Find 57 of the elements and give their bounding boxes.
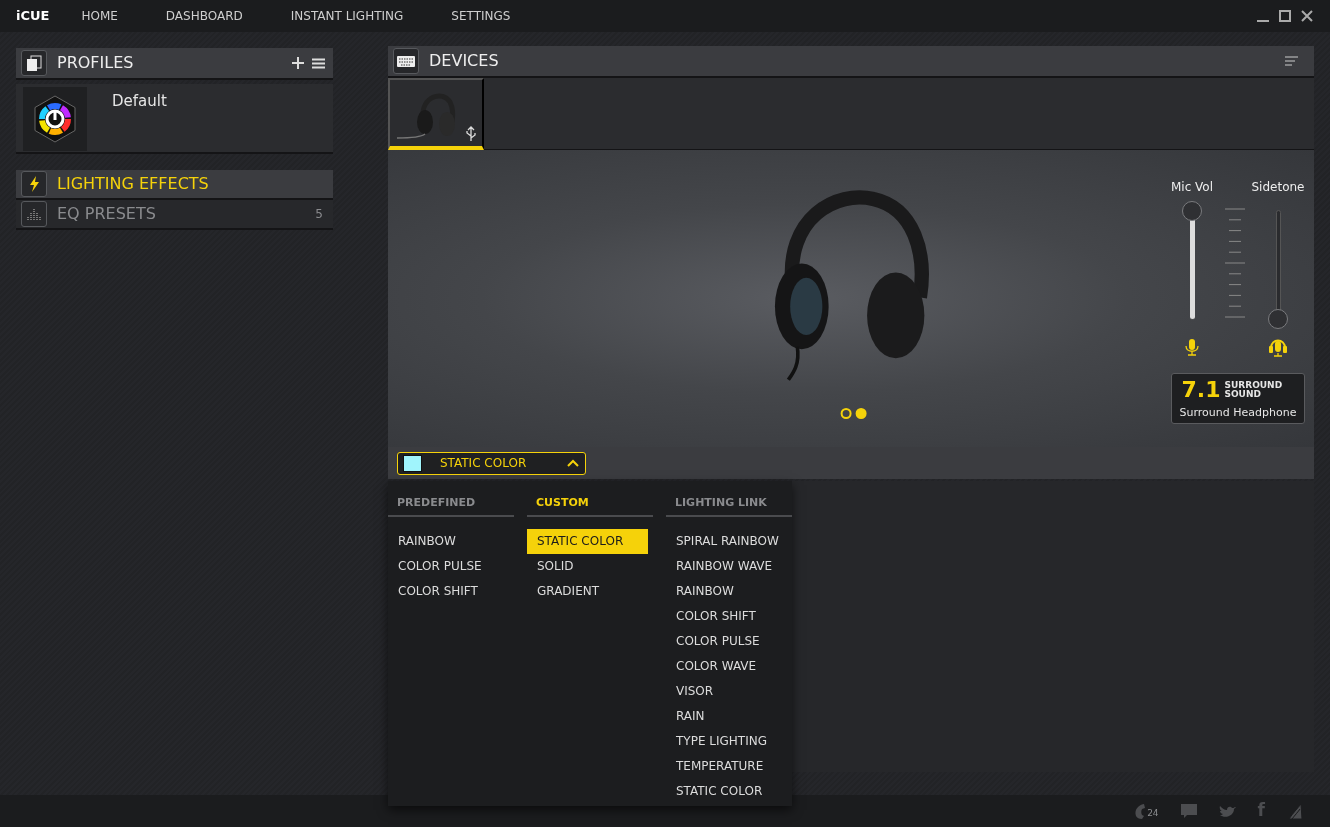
menu-item[interactable]: COLOR PULSE: [388, 553, 509, 579]
menu-column-title[interactable]: LIGHTING LINK: [666, 495, 792, 517]
menu-item[interactable]: COLOR SHIFT: [666, 603, 787, 629]
menu-item[interactable]: GRADIENT: [527, 578, 648, 604]
menu-column-title[interactable]: PREDEFINED: [388, 495, 514, 517]
support-hours-label: 24: [1147, 806, 1159, 820]
menu-item[interactable]: COLOR SHIFT: [388, 578, 509, 604]
menu-item[interactable]: STATIC COLOR: [527, 528, 648, 554]
surround-number: 7.1: [1181, 379, 1221, 401]
plus-icon[interactable]: [292, 57, 304, 69]
app-logo: iCUE: [16, 7, 50, 26]
menu-column-title[interactable]: CUSTOM: [527, 495, 653, 517]
section-label: LIGHTING EFFECTS: [57, 173, 209, 195]
nav-link[interactable]: INSTANT LIGHTING: [290, 7, 404, 25]
panel-title: PROFILES: [57, 52, 134, 74]
item-count: 5: [315, 206, 323, 223]
headset-microphone-icon[interactable]: [1269, 338, 1287, 357]
stacked-pages-icon: [26, 55, 42, 71]
menu-item[interactable]: COLOR WAVE: [666, 653, 787, 679]
page-dot[interactable]: [855, 408, 867, 419]
list-icon[interactable]: [1285, 56, 1298, 66]
slider-thumb[interactable]: [1182, 201, 1202, 221]
menu-item[interactable]: TYPE LIGHTING: [666, 728, 787, 754]
panel-title: DEVICES: [429, 50, 499, 72]
menu-item[interactable]: SPIRAL RAINBOW: [666, 528, 787, 554]
equalizer-icon: [26, 206, 42, 222]
nav-link[interactable]: HOME: [81, 7, 118, 25]
sidebar-item[interactable]: EQ PRESETS 5: [16, 200, 333, 230]
page-dot[interactable]: [840, 408, 852, 419]
usb-icon: [465, 126, 477, 142]
menu-item[interactable]: RAINBOW WAVE: [666, 553, 787, 579]
keyboard-icon: [397, 55, 415, 67]
menu-item[interactable]: TEMPERATURE: [666, 753, 787, 779]
close-icon[interactable]: [1300, 9, 1314, 23]
menu-item[interactable]: STATIC COLOR: [666, 778, 787, 804]
maximize-icon[interactable]: [1278, 9, 1292, 23]
slider-label: Sidetone: [1251, 179, 1305, 196]
menu-item[interactable]: RAINBOW: [666, 578, 787, 604]
sidebar-item[interactable]: LIGHTING EFFECTS: [16, 170, 333, 200]
profile-name: Default: [112, 91, 167, 112]
lightning-icon: [27, 176, 41, 192]
menu-item[interactable]: VISOR: [666, 678, 787, 704]
surround-mode: Surround Headphone: [1178, 405, 1298, 421]
menu-item[interactable]: RAIN: [666, 703, 787, 729]
surround-label: SURROUND SOUND: [1224, 381, 1284, 399]
nav-link[interactable]: DASHBOARD: [165, 7, 243, 25]
microphone-icon[interactable]: [1184, 338, 1200, 356]
slider-thumb[interactable]: [1268, 309, 1288, 329]
slider-label: Mic Vol: [1170, 179, 1214, 196]
menu-item[interactable]: SOLID: [527, 553, 648, 579]
section-label: EQ PRESETS: [57, 203, 156, 225]
effect-dropdown[interactable]: STATIC COLOR: [397, 451, 586, 475]
menu-item[interactable]: COLOR PULSE: [666, 628, 787, 654]
profile-row[interactable]: Default: [16, 84, 333, 154]
menu-item[interactable]: RAINBOW: [388, 528, 509, 554]
nav-link[interactable]: SETTINGS: [451, 7, 511, 25]
menu-icon[interactable]: [312, 57, 325, 69]
